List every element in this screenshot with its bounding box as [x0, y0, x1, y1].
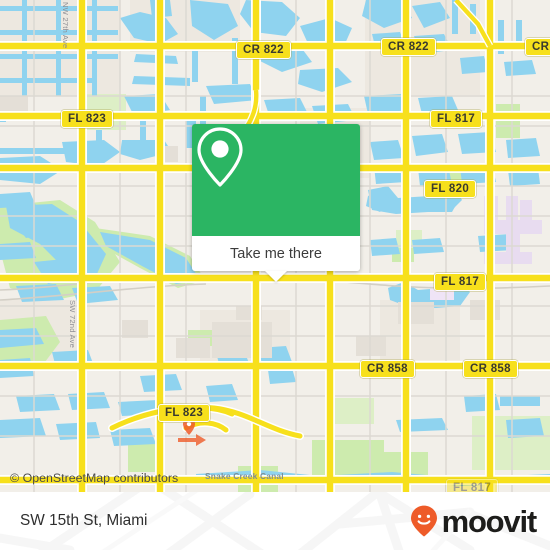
take-me-there-button[interactable]: Take me there [192, 236, 360, 282]
road-shield[interactable]: CR 858 [463, 360, 518, 378]
road-shield[interactable]: CR 858 [360, 360, 415, 378]
road-shield[interactable]: FL 817 [446, 479, 499, 492]
take-me-there-label: Take me there [230, 245, 322, 262]
road-shield[interactable]: FL 817 [434, 273, 487, 291]
location-popup-card[interactable]: Take me there [192, 124, 360, 282]
moovit-logo[interactable]: moovit [409, 503, 538, 539]
bottom-info-bar: SW 15th St, Miami moovit [0, 492, 550, 550]
road-shield[interactable]: FL 823 [158, 404, 211, 422]
moovit-wordmark: moovit [441, 503, 538, 539]
moovit-pin-smiley-icon [410, 505, 437, 537]
road-shield[interactable]: CR 822 [236, 41, 291, 59]
road-shield[interactable]: CR 8 [525, 38, 550, 56]
address-label: SW 15th St, Miami [20, 512, 148, 529]
road-shield[interactable]: FL 817 [430, 110, 483, 128]
map-screenshot-root: CR 822 CR 822 CR 8 FL 823 FL 817 FL 820 … [0, 0, 550, 550]
popup-tail-arrow [265, 271, 287, 282]
street-name-label: NW 27th Ave [61, 2, 70, 49]
popup-pin-panel [192, 124, 360, 236]
canal-name-label: Snake Creek Canal [205, 471, 284, 481]
street-name-label: SW 72nd Ave [68, 300, 77, 349]
osm-attribution[interactable]: © OpenStreetMap contributors [10, 471, 178, 485]
map-canvas[interactable]: CR 822 CR 822 CR 8 FL 823 FL 817 FL 820 … [0, 0, 550, 492]
road-shield[interactable]: FL 823 [61, 110, 114, 128]
map-pin-icon [197, 127, 243, 187]
road-shield[interactable]: CR 822 [381, 38, 436, 56]
road-shield[interactable]: FL 820 [424, 180, 477, 198]
